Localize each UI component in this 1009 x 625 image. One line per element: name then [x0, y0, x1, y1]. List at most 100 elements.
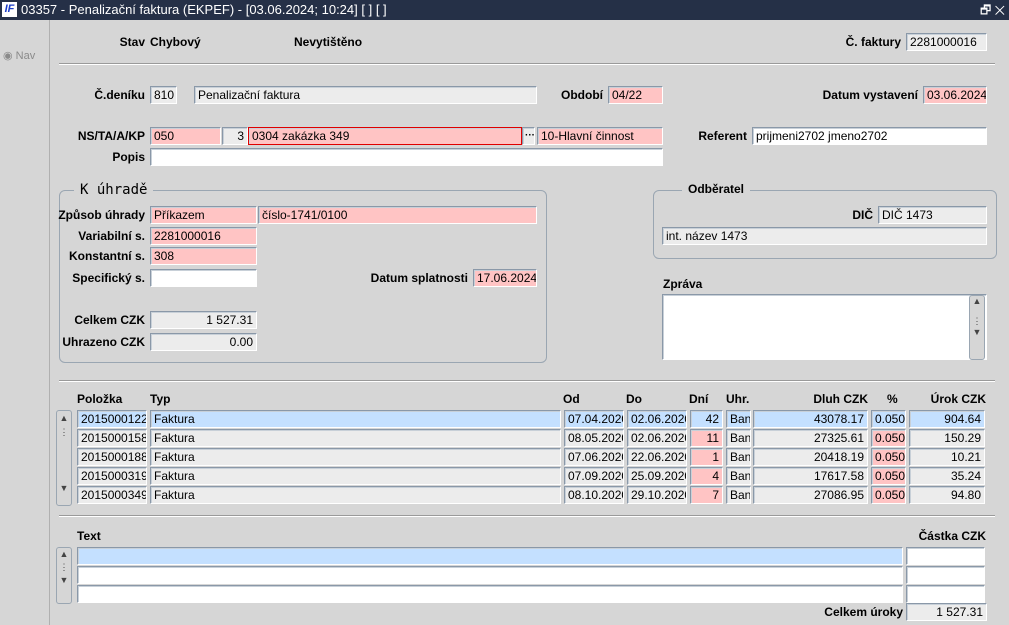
items-cell[interactable]: 17617.58 — [753, 467, 868, 485]
dic-label: DIČ — [852, 208, 873, 222]
a-field[interactable]: 0304 zakázka 349 — [248, 127, 522, 145]
window-title: 03357 - Penalizační faktura (EKPEF) - [0… — [21, 2, 387, 17]
ns-field[interactable]: 050 — [150, 127, 221, 145]
nav-button[interactable]: ◉ Nav — [3, 49, 35, 62]
datum-vystaveni-label: Datum vystavení — [822, 88, 918, 102]
print-status: Nevytištěno — [294, 35, 363, 49]
datum-vystaveni-field[interactable]: 03.06.2024 — [923, 86, 987, 104]
uhrazeno-label: Uhrazeno CZK — [62, 335, 145, 349]
spec-field[interactable] — [150, 269, 257, 287]
items-cell[interactable]: 20418.19 — [753, 448, 868, 466]
konst-label: Konstantní s. — [68, 249, 145, 263]
var-field[interactable]: 2281000016 — [150, 227, 257, 245]
divider — [59, 515, 995, 517]
items-cell[interactable]: 07.04.2020 — [564, 410, 624, 428]
items-cell[interactable]: 150.29 — [909, 429, 985, 447]
obdobi-field[interactable]: 04/22 — [608, 86, 663, 104]
items-cell[interactable]: 22.06.2020 — [627, 448, 687, 466]
items-cell[interactable]: 2015000349 — [77, 486, 147, 504]
customer-legend: Odběratel — [682, 182, 751, 196]
zprava-textarea[interactable] — [662, 294, 987, 360]
items-cell[interactable]: 2015000158 — [77, 429, 147, 447]
splatnost-field[interactable]: 17.06.2024 — [473, 269, 537, 287]
items-cell[interactable]: 10.21 — [909, 448, 985, 466]
items-col-header: Typ — [150, 392, 171, 406]
konst-field[interactable]: 308 — [150, 247, 257, 265]
items-cell[interactable]: 07.06.2020 — [564, 448, 624, 466]
items-cell[interactable]: 7 — [690, 486, 723, 504]
items-cell[interactable]: Bank — [726, 429, 751, 447]
castka-cell[interactable] — [906, 547, 985, 565]
texts-scrollbar[interactable]: ▲ ⋮ ▼ — [56, 547, 72, 604]
items-cell[interactable]: 25.09.2020 — [627, 467, 687, 485]
items-col-header: Do — [626, 392, 642, 406]
items-cell[interactable]: 0.050 — [871, 448, 906, 466]
lookup-button[interactable]: ··· — [522, 127, 535, 145]
items-cell[interactable]: 02.06.2020 — [627, 410, 687, 428]
items-cell[interactable]: 42 — [690, 410, 723, 428]
items-cell[interactable]: Bank — [726, 467, 751, 485]
restore-icon[interactable]: 🗗 — [980, 3, 991, 17]
text-cell[interactable] — [77, 566, 903, 584]
faktura-field[interactable]: 2281000016 — [906, 33, 987, 51]
items-cell[interactable]: 02.06.2020 — [627, 429, 687, 447]
zpusob-field[interactable]: Příkazem — [150, 206, 257, 224]
items-cell[interactable]: Faktura — [150, 429, 561, 447]
items-cell[interactable]: 1 — [690, 448, 723, 466]
var-label: Variabilní s. — [78, 229, 145, 243]
items-cell[interactable]: Faktura — [150, 467, 561, 485]
items-cell[interactable]: Faktura — [150, 410, 561, 428]
items-cell[interactable]: 08.10.2020 — [564, 486, 624, 504]
items-cell[interactable]: 2015000319 — [77, 467, 147, 485]
items-cell[interactable]: 4 — [690, 467, 723, 485]
items-cell[interactable]: Bank — [726, 448, 751, 466]
zprava-scrollbar[interactable]: ▲ ⋮ ▼ — [969, 295, 985, 360]
items-cell[interactable]: Bank — [726, 486, 751, 504]
items-cell[interactable]: Faktura — [150, 486, 561, 504]
items-cell[interactable]: Faktura — [150, 448, 561, 466]
items-cell[interactable]: 2015000122 — [77, 410, 147, 428]
denik-label: Č.deníku — [94, 88, 145, 102]
nav-panel: ◉ Nav — [0, 20, 50, 625]
items-cell[interactable]: 0.050 — [871, 429, 906, 447]
items-cell[interactable]: 0.050 — [871, 467, 906, 485]
items-scrollbar[interactable]: ▲ ⋮ ▼ — [56, 410, 72, 506]
items-cell[interactable]: 2015000188 — [77, 448, 147, 466]
nav-label: Nav — [15, 50, 36, 62]
ta-field[interactable]: 3 — [222, 127, 248, 145]
popis-field[interactable] — [150, 148, 663, 166]
items-cell[interactable]: 0.050 — [871, 486, 906, 504]
items-cell[interactable]: 07.09.2020 — [564, 467, 624, 485]
divider — [59, 380, 995, 382]
radio-icon: ◉ — [3, 50, 13, 62]
stav-value: Chybový — [150, 35, 201, 49]
items-cell[interactable]: 27086.95 — [753, 486, 868, 504]
castka-col-header: Částka CZK — [918, 529, 986, 543]
castka-cell[interactable] — [906, 566, 985, 584]
items-cell[interactable]: 29.10.2020 — [627, 486, 687, 504]
denik-name-field[interactable]: Penalizační faktura — [194, 86, 537, 104]
items-cell[interactable]: 08.05.2020 — [564, 429, 624, 447]
text-cell[interactable] — [77, 585, 903, 603]
window-buttons: 🗗 ✕ — [980, 0, 1005, 20]
title-bar: IF 03357 - Penalizační faktura (EKPEF) -… — [0, 0, 1009, 20]
items-cell[interactable]: 27325.61 — [753, 429, 868, 447]
items-col-header: Dní — [689, 392, 709, 406]
denik-code-field[interactable]: 810 — [150, 86, 177, 104]
items-cell[interactable]: 904.64 — [909, 410, 985, 428]
kp-field[interactable]: 10-Hlavní činnost — [537, 127, 663, 145]
spec-label: Specifický s. — [72, 271, 145, 285]
castka-cell[interactable] — [906, 585, 985, 603]
items-cell[interactable]: Bank — [726, 410, 751, 428]
customer-name-field[interactable]: int. název 1473 — [662, 227, 987, 245]
dic-field[interactable]: DIČ 1473 — [878, 206, 987, 224]
items-cell[interactable]: 43078.17 — [753, 410, 868, 428]
close-icon[interactable]: ✕ — [995, 3, 1005, 17]
account-field[interactable]: číslo-1741/0100 — [258, 206, 537, 224]
items-cell[interactable]: 35.24 — [909, 467, 985, 485]
referent-field[interactable]: prijmeni2702 jmeno2702 — [752, 127, 987, 145]
items-cell[interactable]: 0.050 — [871, 410, 906, 428]
items-cell[interactable]: 11 — [690, 429, 723, 447]
items-cell[interactable]: 94.80 — [909, 486, 985, 504]
text-cell[interactable] — [77, 547, 903, 565]
